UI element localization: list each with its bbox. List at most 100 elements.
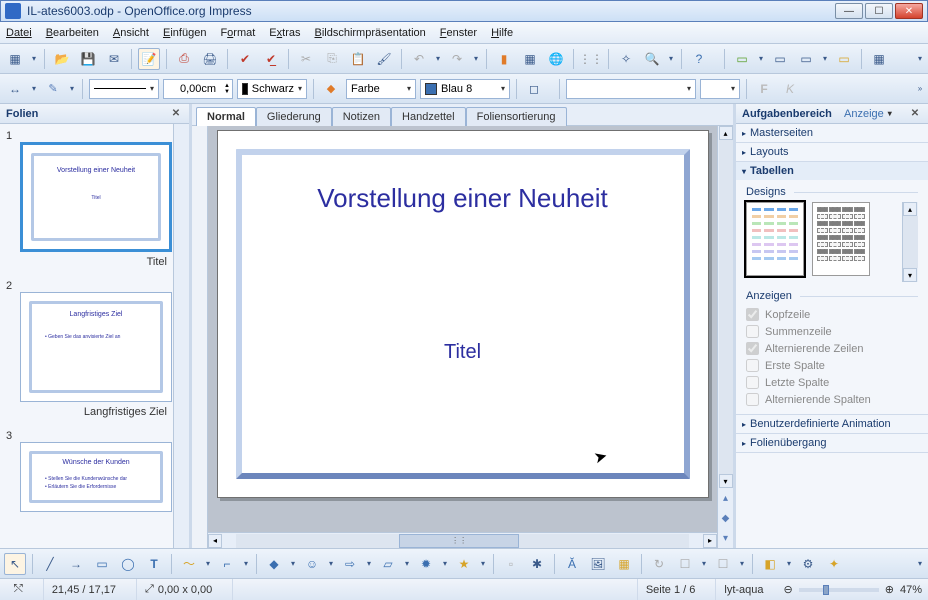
horizontal-scrollbar[interactable]: ◂ ⋮⋮ ▸ (208, 532, 717, 548)
slide-layout-button[interactable]: ▭ (795, 48, 817, 70)
symbol-shapes-tool[interactable]: ☺ (301, 553, 323, 575)
tab-normal[interactable]: Normal (196, 107, 256, 126)
slide-subtitle-text[interactable]: Titel (218, 341, 708, 364)
line-width-field[interactable]: 0,00cm▲▼ (163, 79, 233, 99)
next-slide-button[interactable]: ▾ (723, 533, 728, 544)
check-letzte-spalte[interactable]: Letzte Spalte (746, 374, 918, 391)
gallery-tool[interactable]: ▦ (613, 553, 635, 575)
undo-button[interactable]: ↶ (408, 48, 430, 70)
chart-button[interactable]: ▮ (493, 48, 515, 70)
save-button[interactable]: 💾 (77, 48, 99, 70)
fontwork-tool[interactable]: Ă (561, 553, 583, 575)
current-slide[interactable]: Vorstellung einer Neuheit Titel ➤ (217, 130, 709, 498)
email-button[interactable]: ✉ (103, 48, 125, 70)
slide-thumb-1[interactable]: 1 Vorstellung einer Neuheit Titel Titel (6, 130, 167, 268)
zoom-value[interactable]: 47% (900, 584, 922, 596)
style-name-combo[interactable]: ▾ (566, 79, 696, 99)
align-tool[interactable]: ☐ (674, 553, 696, 575)
scroll-right-button[interactable]: ▸ (703, 534, 717, 548)
align-dropdown[interactable]: ▾ (700, 559, 708, 568)
slide-design-button[interactable]: ▭ (769, 48, 791, 70)
tab-notizen[interactable]: Notizen (332, 107, 391, 126)
edit-doc-button[interactable]: 📝 (138, 48, 160, 70)
designs-scroll-down[interactable]: ▾ (903, 268, 917, 282)
tasks-view-dropdown[interactable]: ▾ (888, 109, 892, 118)
menu-fenster[interactable]: Fenster (440, 27, 477, 39)
line-style-combo[interactable]: ▾ (89, 79, 159, 99)
paste-button[interactable]: 📋 (347, 48, 369, 70)
symbol-shapes-dropdown[interactable]: ▾ (327, 559, 335, 568)
zoom-in-button[interactable]: ⊕ (885, 583, 894, 596)
slide-button[interactable]: ▭ (731, 48, 753, 70)
3d-dropdown[interactable]: ▾ (785, 559, 793, 568)
slides-list[interactable]: 1 Vorstellung einer Neuheit Titel Titel … (0, 124, 173, 548)
rect-tool[interactable]: ▭ (91, 553, 113, 575)
spellcheck-button[interactable]: ✔ (234, 48, 256, 70)
format-paintbrush-button[interactable]: 🖌 (373, 48, 395, 70)
vertical-scrollbar[interactable]: ▴ ▾ ▴ ◆ ▾ (717, 126, 733, 548)
fill-color-combo[interactable]: Blau 8▾ (420, 79, 510, 99)
flowchart-tool[interactable]: ▱ (377, 553, 399, 575)
copy-button[interactable]: ⎘ (321, 48, 343, 70)
stars-dropdown[interactable]: ▾ (479, 559, 487, 568)
basic-shapes-tool[interactable]: ◆ (263, 553, 285, 575)
ellipse-tool[interactable]: ◯ (117, 553, 139, 575)
redo-dropdown[interactable]: ▾ (472, 54, 480, 63)
slides-panel-close[interactable]: ✕ (169, 107, 183, 121)
rotate-tool[interactable]: ↻ (648, 553, 670, 575)
help-button[interactable]: ? (688, 48, 710, 70)
new-doc-button[interactable]: ▦ (4, 48, 26, 70)
nav-slide-button[interactable]: ◆ (722, 513, 730, 524)
curve-dropdown[interactable]: ▾ (204, 559, 212, 568)
stars-tool[interactable]: ★ (453, 553, 475, 575)
tab-foliensortierung[interactable]: Foliensortierung (466, 107, 567, 126)
zoom-button[interactable]: 🔍 (641, 48, 663, 70)
connector-dropdown[interactable]: ▾ (242, 559, 250, 568)
menu-bildschirmpraesentation[interactable]: Bildschirmpräsentation (314, 27, 425, 39)
check-erste-spalte[interactable]: Erste Spalte (746, 357, 918, 374)
toolbar-overflow[interactable]: ▾ (916, 54, 924, 63)
fill-button[interactable]: ◆ (320, 78, 342, 100)
print-button[interactable]: 🖨 (199, 48, 221, 70)
select-tool[interactable]: ↖ (4, 553, 26, 575)
scroll-left-button[interactable]: ◂ (208, 534, 222, 548)
navigator-button[interactable]: ✧ (615, 48, 637, 70)
slideshow-button[interactable]: ▦ (868, 48, 890, 70)
undo-dropdown[interactable]: ▾ (434, 54, 442, 63)
callout-dropdown[interactable]: ▾ (441, 559, 449, 568)
check-alternierende-zeilen[interactable]: Alternierende Zeilen (746, 340, 918, 357)
menu-ansicht[interactable]: Ansicht (113, 27, 149, 39)
check-kopfzeile[interactable]: Kopfzeile (746, 306, 918, 323)
arrange-dropdown[interactable]: ▾ (738, 559, 746, 568)
slide-layout-dropdown[interactable]: ▾ (821, 54, 829, 63)
drawing-toolbar-overflow[interactable]: ▾ (916, 559, 924, 568)
flowchart-dropdown[interactable]: ▾ (403, 559, 411, 568)
presentation-button[interactable]: ▭ (833, 48, 855, 70)
slides-scrollbar[interactable] (173, 124, 189, 548)
tasks-view-menu[interactable]: Anzeige (844, 108, 884, 120)
slide-canvas[interactable]: Vorstellung einer Neuheit Titel ➤ (208, 126, 717, 532)
arrow-style-button[interactable]: ↔ (4, 78, 26, 100)
menu-datei[interactable]: Datei (6, 27, 32, 39)
section-layouts[interactable]: ▸Layouts (736, 143, 928, 161)
vertical-ruler[interactable] (192, 126, 208, 548)
basic-shapes-dropdown[interactable]: ▾ (289, 559, 297, 568)
menu-einfuegen[interactable]: Einfügen (163, 27, 206, 39)
glue-tool[interactable]: ✱ (526, 553, 548, 575)
table-button[interactable]: ▦ (519, 48, 541, 70)
bold-button[interactable]: F (753, 78, 775, 100)
minimize-button[interactable]: — (835, 3, 863, 19)
section-animation[interactable]: ▸Benutzerdefinierte Animation (736, 415, 928, 433)
menu-extras[interactable]: Extras (269, 27, 300, 39)
maximize-button[interactable]: ☐ (865, 3, 893, 19)
curve-tool[interactable]: ～ (178, 553, 200, 575)
redo-button[interactable]: ↷ (446, 48, 468, 70)
autospell-button[interactable]: ✔̲ (260, 48, 282, 70)
zoom-dropdown[interactable]: ▾ (667, 54, 675, 63)
tab-handzettel[interactable]: Handzettel (391, 107, 466, 126)
block-arrows-dropdown[interactable]: ▾ (365, 559, 373, 568)
section-tabellen[interactable]: ▾Tabellen (736, 162, 928, 180)
designs-scroll-up[interactable]: ▴ (903, 202, 917, 216)
arrow-tool[interactable]: → (65, 553, 87, 575)
slide-thumb-2[interactable]: 2 Langfristiges Ziel • Geben Sie das anv… (6, 280, 167, 418)
